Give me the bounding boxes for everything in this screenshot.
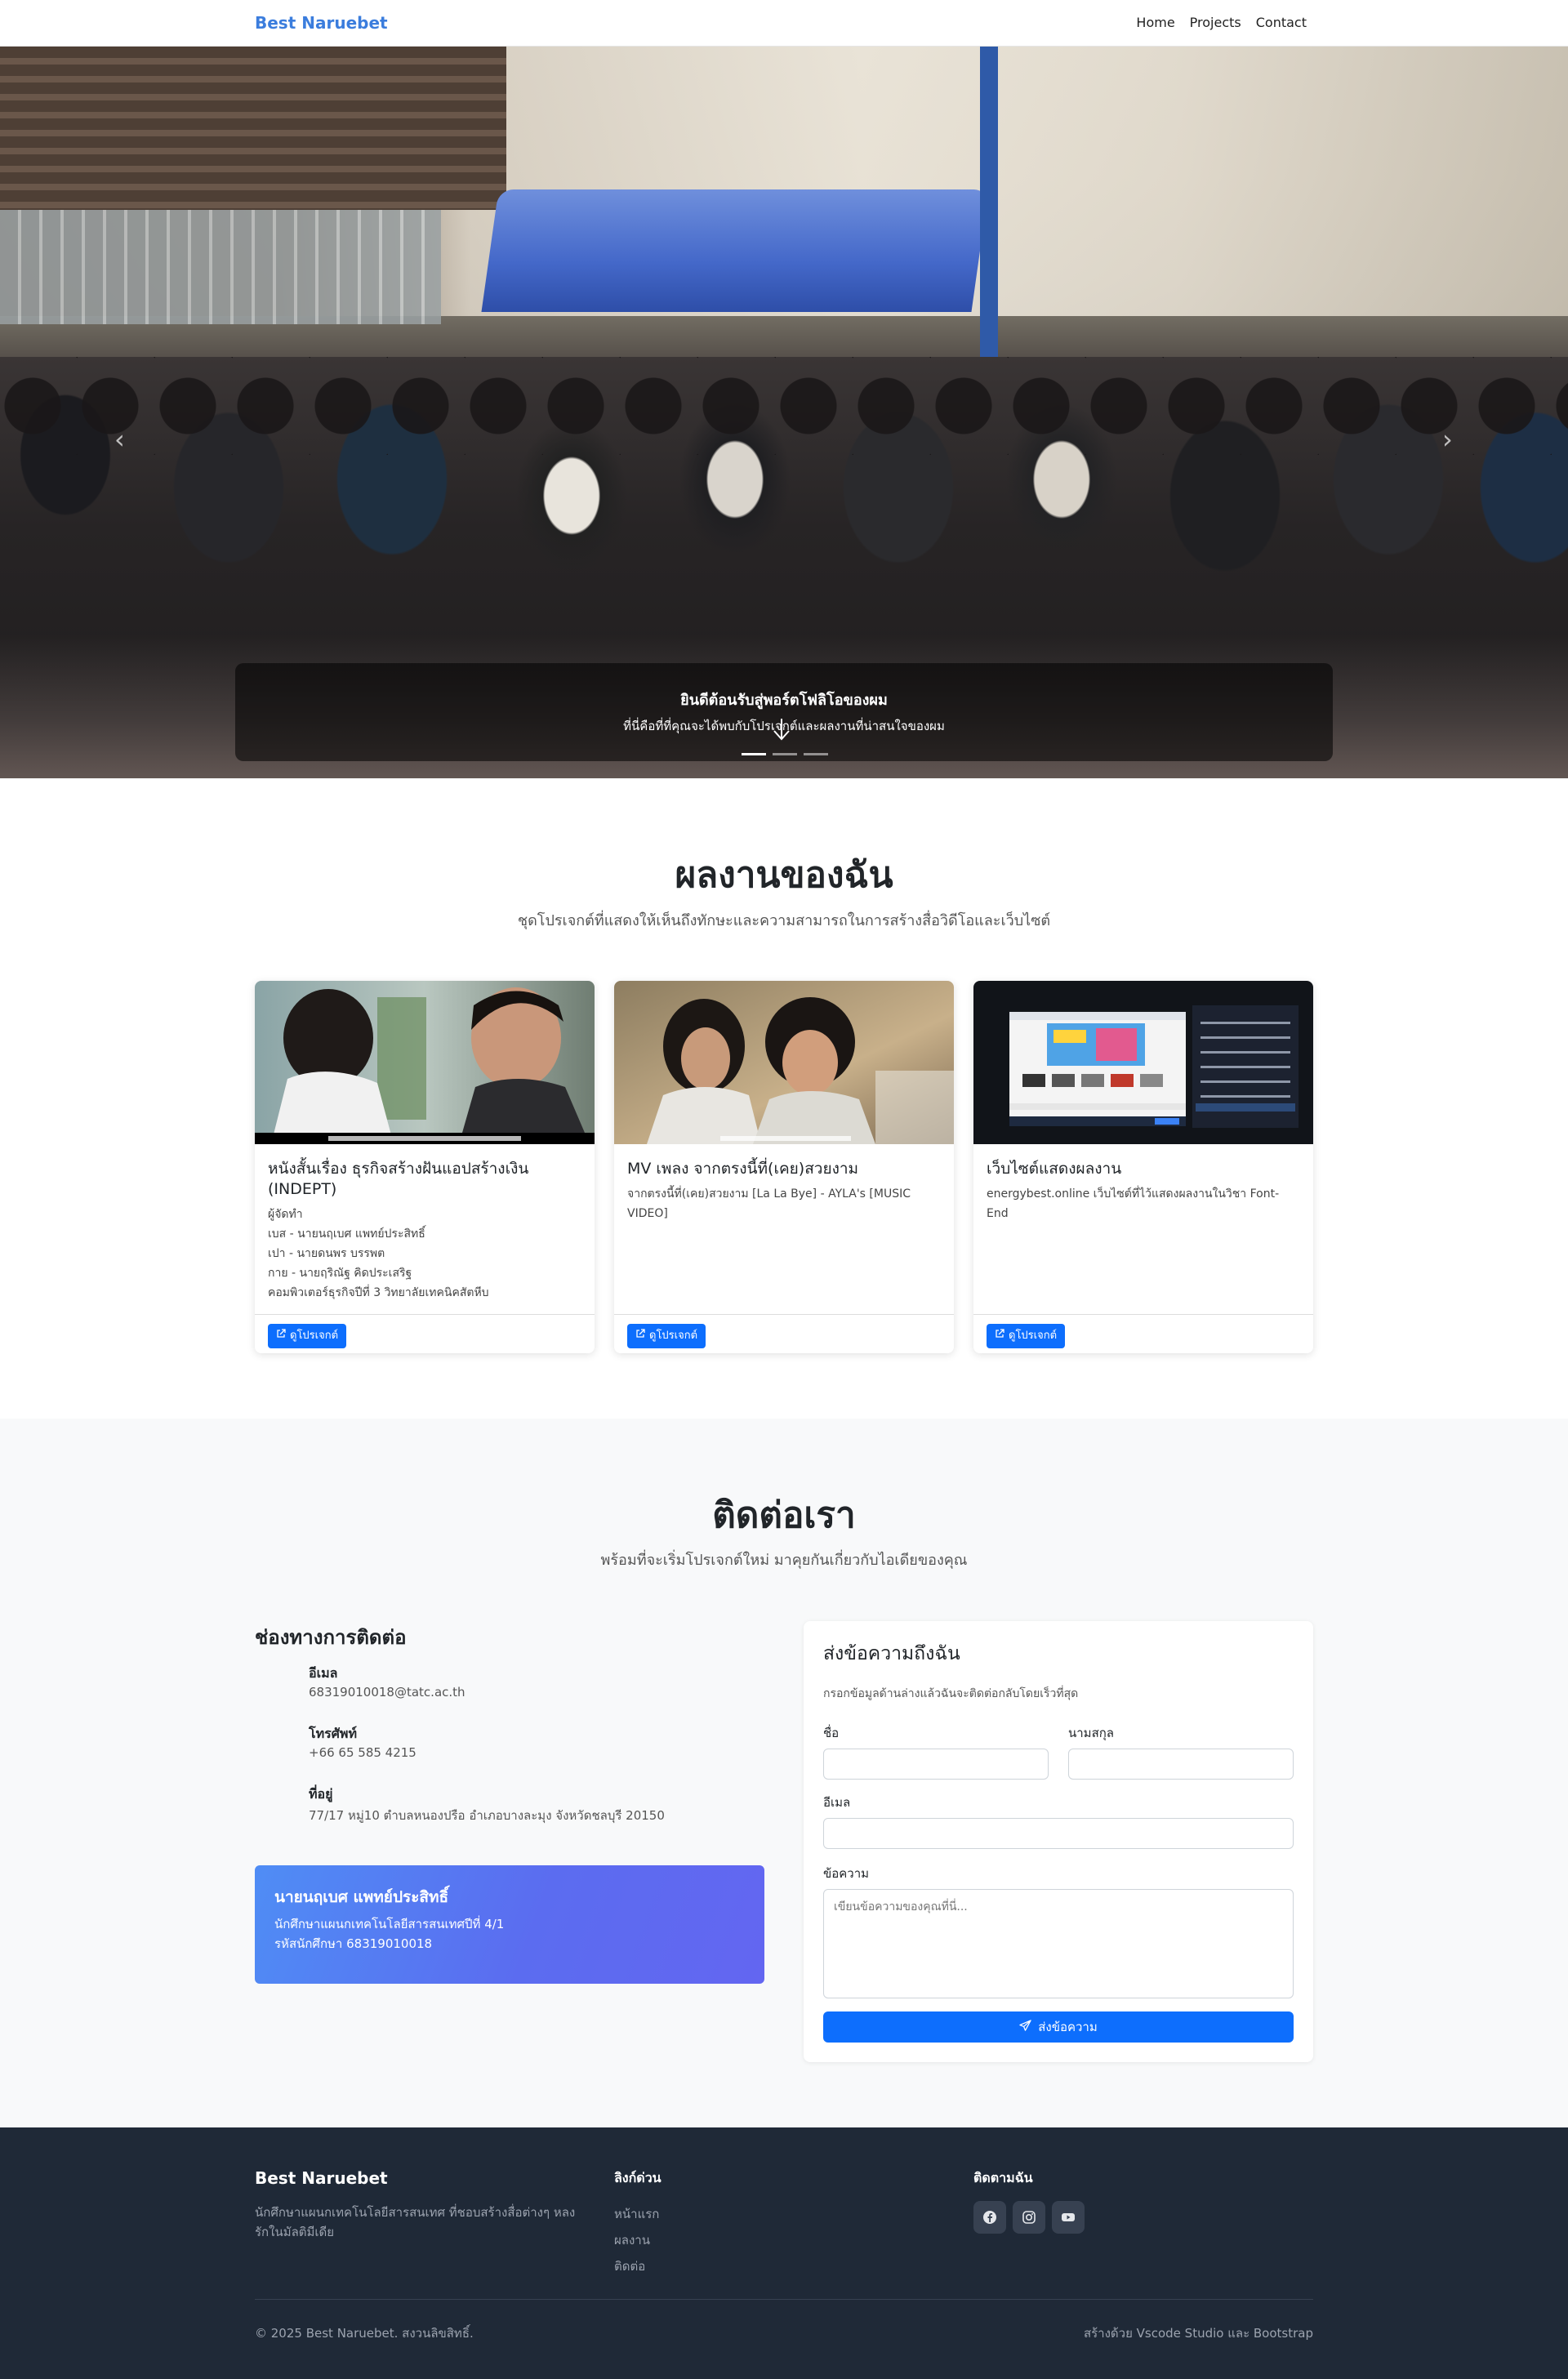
- hero-image-heads: [0, 357, 1568, 455]
- project-card-website: เว็บไซต์แสดงผลงาน energybest.online เว็บ…: [973, 981, 1313, 1353]
- send-message-button[interactable]: ส่งข้อความ: [823, 2011, 1294, 2043]
- footer-divider: [255, 2299, 1313, 2300]
- hero-title: ยินดีต้อนรับสู่พอร์ตโฟลิโอของผม: [680, 692, 888, 709]
- hero-image-shutters: [0, 47, 506, 210]
- view-project-label: ดูโปรเจกต์: [1009, 1330, 1058, 1342]
- card-line: เบส - นายนฤเบศ แพทย์ประสิทธิ์: [268, 1227, 425, 1241]
- contact-subtitle: พร้อมที่จะเริ่มโปรเจกต์ใหม่ มาคุยกันเกี่…: [600, 1552, 968, 1569]
- nav-link-contact[interactable]: Contact: [1256, 15, 1307, 30]
- phone-label: โทรศัพท์: [309, 1726, 357, 1741]
- email-field-label: อีเมล: [823, 1795, 851, 1810]
- external-link-icon: [995, 1324, 1004, 1348]
- project-card-short-film: หนังสั้นเรื่อง ธุรกิจสร้างฝันแอปสร้างเงิ…: [255, 981, 595, 1353]
- arrow-down-icon[interactable]: [772, 717, 791, 746]
- carousel-indicators: [742, 753, 828, 755]
- first-name-label: ชื่อ: [823, 1726, 840, 1740]
- youtube-icon[interactable]: [1052, 2201, 1085, 2234]
- last-name-field[interactable]: [1068, 1749, 1294, 1780]
- project-thumbnail-short-film[interactable]: [255, 981, 595, 1144]
- card-footer: ดูโปรเจกต์: [973, 1314, 1313, 1353]
- carousel-next-icon[interactable]: ›: [1442, 424, 1453, 455]
- profile-student-id: รหัสนักศึกษา 68319010018: [274, 1936, 433, 1951]
- project-thumbnail-music-video[interactable]: [614, 981, 954, 1144]
- quick-links-heading: ลิงก์ด่วน: [614, 2170, 662, 2185]
- send-message-label: ส่งข้อความ: [1038, 2020, 1098, 2034]
- project-card-music-video: MV เพลง จากตรงนี้ที่(เคย)สวยงาม จากตรงนี…: [614, 981, 954, 1353]
- contact-channels-heading: ช่องทางการติดต่อ: [255, 1626, 407, 1649]
- view-project-button[interactable]: ดูโปรเจกต์: [268, 1324, 347, 1348]
- card-line: กาย - นายฤริณัฐ คิดประเสริฐ: [268, 1267, 412, 1280]
- navbar: Best Naruebet Home Projects Contact: [0, 0, 1568, 47]
- card-line: คอมพิวเตอร์ธุรกิจปีที่ 3 วิทยาลัยเทคนิคส…: [268, 1286, 489, 1299]
- external-link-icon: [635, 1324, 645, 1348]
- card-text: energybest.online เว็บไซต์ที่ไว้แสดงผลงา…: [987, 1184, 1300, 1223]
- works-subtitle: ชุดโปรเจกต์ที่แสดงให้เห็นถึงทักษะและความ…: [517, 912, 1051, 929]
- hero-image-canopy: [481, 189, 989, 312]
- carousel-caption: ยินดีต้อนรับสู่พอร์ตโฟลิโอของผม ที่นี่คื…: [235, 663, 1333, 761]
- card-body: MV เพลง จากตรงนี้ที่(เคย)สวยงาม จากตรงนี…: [627, 1159, 941, 1223]
- carousel-prev-icon[interactable]: ‹: [114, 424, 125, 455]
- view-project-button[interactable]: ดูโปรเจกต์: [987, 1324, 1066, 1348]
- address-label: ที่อยู่: [309, 1786, 333, 1802]
- view-project-label: ดูโปรเจกต์: [290, 1330, 339, 1342]
- form-title: ส่งข้อความถึงฉัน: [823, 1643, 960, 1664]
- nav-link-home[interactable]: Home: [1136, 15, 1174, 30]
- footer-link-contact[interactable]: ติดต่อ: [614, 2256, 645, 2276]
- view-project-button[interactable]: ดูโปรเจกต์: [627, 1324, 706, 1348]
- send-icon: [1019, 2019, 1031, 2035]
- contact-title: ติดต่อเรา: [712, 1495, 856, 1536]
- nav-link-projects[interactable]: Projects: [1190, 15, 1241, 30]
- project-thumbnail-website[interactable]: [973, 981, 1313, 1144]
- map-pin-icon: [265, 1788, 286, 1809]
- carousel-indicator-1[interactable]: [742, 753, 766, 755]
- card-title: MV เพลง จากตรงนี้ที่(เคย)สวยงาม: [627, 1160, 859, 1178]
- card-line: ผู้จัดทำ: [268, 1208, 303, 1221]
- card-footer: ดูโปรเจกต์: [614, 1314, 954, 1353]
- last-name-label: นามสกุล: [1068, 1726, 1114, 1740]
- follow-heading: ติดตามฉัน: [973, 2170, 1033, 2185]
- address-value: 77/17 หมู่10 ตำบลหนองปรือ อำเภอบางละมุง …: [309, 1808, 665, 1823]
- hero-image-windows: [0, 210, 441, 324]
- footer-link-works[interactable]: ผลงาน: [614, 2230, 650, 2250]
- form-description: กรอกข้อมูลด้านล่างแล้วฉันจะติดต่อกลับโดย…: [823, 1687, 1079, 1700]
- footer-brand: Best Naruebet: [255, 2168, 388, 2188]
- facebook-icon[interactable]: [973, 2201, 1006, 2234]
- email-value[interactable]: 68319010018@tatc.ac.th: [309, 1685, 466, 1700]
- card-text: จากตรงนี้ที่(เคย)สวยงาม [La La Bye] - AY…: [627, 1184, 941, 1223]
- copyright: © 2025 Best Naruebet. สงวนลิขสิทธิ์.: [255, 2326, 474, 2341]
- card-title: เว็บไซต์แสดงผลงาน: [987, 1160, 1122, 1178]
- message-label: ข้อความ: [823, 1866, 870, 1881]
- phone-icon: [265, 1727, 286, 1749]
- card-line: จากตรงนี้ที่(เคย)สวยงาม [La La Bye] - AY…: [627, 1187, 911, 1220]
- first-name-field[interactable]: [823, 1749, 1049, 1780]
- phone-value[interactable]: +66 65 585 4215: [309, 1745, 416, 1760]
- made-with: สร้างด้วย Vscode Studio และ Bootstrap: [1083, 2326, 1313, 2341]
- profile-card: นายนฤเบศ แพทย์ประสิทธิ์ นักศึกษาแผนกเทคโ…: [255, 1865, 764, 1984]
- footer: Best Naruebet นักศึกษาแผนกเทคโนโลยีสารสน…: [0, 2127, 1568, 2379]
- email-label: อีเมล: [309, 1665, 338, 1681]
- card-line: energybest.online เว็บไซต์ที่ไว้แสดงผลงา…: [987, 1187, 1280, 1220]
- instagram-icon[interactable]: [1013, 2201, 1045, 2234]
- profile-department: นักศึกษาแผนกเทคโนโลยีสารสนเทศปีที่ 4/1: [274, 1917, 505, 1931]
- brand-logo[interactable]: Best Naruebet: [255, 13, 388, 33]
- card-body: เว็บไซต์แสดงผลงาน energybest.online เว็บ…: [987, 1159, 1300, 1223]
- message-field[interactable]: [823, 1889, 1294, 1998]
- email-field[interactable]: [823, 1818, 1294, 1849]
- footer-description: นักศึกษาแผนกเทคโนโลยีสารสนเทศ ที่ชอบสร้า…: [255, 2205, 576, 2239]
- works-title: ผลงานของฉัน: [675, 854, 893, 896]
- envelope-icon: [265, 1667, 286, 1688]
- view-project-label: ดูโปรเจกต์: [649, 1330, 698, 1342]
- profile-name: นายนฤเบศ แพทย์ประสิทธิ์: [274, 1888, 449, 1906]
- contact-form: ส่งข้อความถึงฉัน กรอกข้อมูลด้านล่างแล้วฉ…: [804, 1621, 1313, 2062]
- carousel-indicator-3[interactable]: [804, 753, 828, 755]
- footer-link-home[interactable]: หน้าแรก: [614, 2204, 659, 2224]
- card-body: หนังสั้นเรื่อง ธุรกิจสร้างฝันแอปสร้างเงิ…: [268, 1159, 581, 1303]
- nav-links: Home Projects Contact: [1136, 15, 1307, 30]
- card-title: หนังสั้นเรื่อง ธุรกิจสร้างฝันแอปสร้างเงิ…: [268, 1160, 529, 1198]
- external-link-icon: [276, 1324, 286, 1348]
- card-footer: ดูโปรเจกต์: [255, 1314, 595, 1353]
- card-line: เปา - นายดนพร บรรพต: [268, 1247, 385, 1260]
- card-text: ผู้จัดทำ เบส - นายนฤเบศ แพทย์ประสิทธิ์ เ…: [268, 1205, 581, 1303]
- carousel-indicator-2[interactable]: [773, 753, 797, 755]
